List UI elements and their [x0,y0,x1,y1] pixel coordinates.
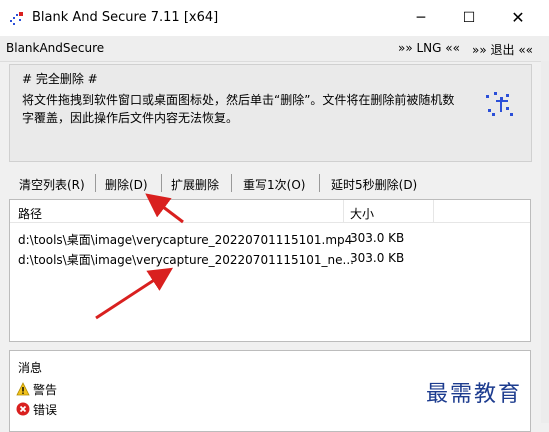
annotation-arrow-file [95,267,174,320]
annotation-arrow-delete [145,193,184,224]
annotation-overlay [95,193,184,320]
